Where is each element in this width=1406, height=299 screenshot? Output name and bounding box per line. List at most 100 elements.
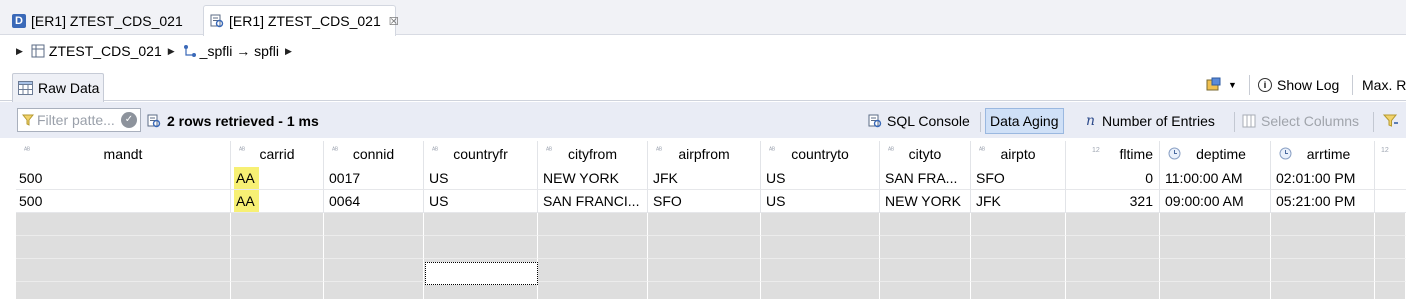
clock-type-icon (1168, 147, 1181, 160)
column-header[interactable]: ᴬᴮ countryfr (424, 141, 538, 167)
info-icon: i (1258, 78, 1272, 92)
empty-cell (324, 259, 424, 282)
table-cell[interactable]: 05:21:00 PM (1271, 190, 1375, 213)
table-cell[interactable]: 321 (1066, 190, 1160, 213)
number-of-entries-button[interactable]: n Number of Entries (1086, 108, 1215, 134)
breadcrumb-item-association[interactable]: _spfli → spfli (183, 43, 279, 59)
table-cell[interactable]: US (424, 190, 538, 213)
table-cell[interactable]: US (761, 190, 880, 213)
column-header[interactable]: arrtime (1271, 141, 1375, 167)
breadcrumb-expand-icon[interactable]: ▶ (16, 46, 23, 57)
column-header[interactable]: ᴬᴮ countryto (761, 141, 880, 167)
table-cell[interactable] (1375, 167, 1406, 190)
breadcrumb-more-icon[interactable]: ▶ (285, 46, 292, 57)
column-header[interactable]: ᴬᴮ cityfrom (538, 141, 648, 167)
text-type-icon: ᴬᴮ (769, 147, 776, 154)
max-rows-label: Max. R (1362, 77, 1406, 93)
table-cell[interactable] (1375, 190, 1406, 213)
empty-cell (1271, 236, 1375, 259)
empty-cell (16, 236, 231, 259)
table-cell[interactable]: SFO (971, 167, 1066, 190)
empty-cell (1066, 282, 1160, 299)
empty-cell (16, 282, 231, 299)
toolbar-divider (980, 112, 981, 132)
column-header[interactable]: 12 fltime (1066, 141, 1160, 167)
empty-cell (538, 213, 648, 236)
toolbar-divider (1373, 112, 1374, 132)
empty-cell (231, 236, 324, 259)
table-cell[interactable]: AA (231, 190, 324, 213)
table-cell[interactable]: JFK (648, 167, 761, 190)
sql-console-label: SQL Console (887, 113, 970, 129)
column-countryto: ᴬᴮ countryto US US (761, 139, 880, 299)
table-cell[interactable]: SAN FRANCI... (538, 190, 648, 213)
table-cell[interactable]: 0017 (324, 167, 424, 190)
empty-cell (324, 213, 424, 236)
tab-raw-data[interactable]: Raw Data (12, 73, 104, 102)
column-header-label: cityto (908, 146, 942, 162)
table-cell[interactable]: 500 (16, 190, 231, 213)
column-cityto: ᴬᴮ cityto SAN FRA... NEW YORK (880, 139, 971, 299)
table-cell[interactable]: US (761, 167, 880, 190)
focused-empty-cell[interactable] (425, 262, 538, 285)
column-header-label: cityfrom (568, 146, 617, 162)
table-cell[interactable]: JFK (971, 190, 1066, 213)
empty-cell (424, 213, 538, 236)
filter-options-button[interactable] (1383, 108, 1399, 134)
sql-console-button[interactable]: SQL Console (868, 108, 970, 134)
breadcrumb-entity-label: ZTEST_CDS_021 (48, 43, 162, 59)
table-cell[interactable]: 0 (1066, 167, 1160, 190)
column-header-label: deptime (1196, 146, 1246, 162)
table-cell[interactable]: NEW YORK (538, 167, 648, 190)
empty-cell (1160, 282, 1271, 299)
column-header[interactable]: ᴬᴮ airpfrom (648, 141, 761, 167)
column-airpto: ᴬᴮ airpto SFO JFK (971, 139, 1066, 299)
table-cell[interactable]: SFO (648, 190, 761, 213)
table-cell[interactable]: AA (231, 167, 324, 190)
empty-cell (880, 259, 971, 282)
close-tab-icon[interactable]: ☒ (389, 15, 399, 28)
empty-cell (1160, 213, 1271, 236)
empty-cell (16, 213, 231, 236)
column-header-label: fltime (1119, 146, 1153, 162)
breadcrumb-separator-icon[interactable]: ▶ (168, 46, 175, 57)
table-cell[interactable]: SAN FRA... (880, 167, 971, 190)
toolbar-divider (1234, 112, 1235, 132)
column-header[interactable]: ᴬᴮ cityto (880, 141, 971, 167)
column-header[interactable]: ᴬᴮ airpto (971, 141, 1066, 167)
select-columns-button[interactable]: Select Columns (1242, 108, 1359, 134)
breadcrumb-item-entity[interactable]: ZTEST_CDS_021 (31, 43, 162, 59)
column-header[interactable]: ᴬᴮ mandt (16, 141, 231, 167)
column-header-label: countryfr (453, 146, 508, 162)
filter-funnel-icon (1383, 114, 1399, 128)
toolbar-divider (1352, 75, 1353, 95)
column-header[interactable]: ᴬᴮ carrid (231, 141, 324, 167)
sql-console-icon (868, 114, 882, 128)
empty-cell (1066, 259, 1160, 282)
clear-filter-icon[interactable]: ✓ (121, 112, 137, 128)
show-log-button[interactable]: i Show Log (1258, 74, 1339, 96)
view-menu-icon (1206, 77, 1224, 93)
editor-tab-ddl[interactable]: D [ER1] ZTEST_CDS_021 (0, 5, 200, 36)
text-type-icon: ᴬᴮ (656, 147, 663, 154)
view-menu-button[interactable]: ▼ (1206, 74, 1237, 96)
filter-input[interactable]: Filter patte... ✓ (17, 108, 141, 132)
table-cell[interactable]: 11:00:00 AM (1160, 167, 1271, 190)
table-cell[interactable]: 0064 (324, 190, 424, 213)
empty-cell (1375, 259, 1406, 282)
table-cell[interactable]: NEW YORK (880, 190, 971, 213)
empty-cell (1271, 259, 1375, 282)
column-arrtime: arrtime 02:01:00 PM 05:21:00 PM (1271, 139, 1375, 299)
table-cell[interactable]: 500 (16, 167, 231, 190)
empty-cell (761, 236, 880, 259)
data-aging-button[interactable]: Data Aging (985, 108, 1064, 134)
toolbar-divider (1249, 75, 1250, 95)
max-rows-button[interactable]: Max. R (1362, 74, 1406, 96)
column-header[interactable]: ᴬᴮ connid (324, 141, 424, 167)
table-cell[interactable]: 09:00:00 AM (1160, 190, 1271, 213)
editor-tab-data-preview[interactable]: [ER1] ZTEST_CDS_021 ☒ (203, 5, 399, 36)
table-cell[interactable]: US (424, 167, 538, 190)
table-cell[interactable]: 02:01:00 PM (1271, 167, 1375, 190)
column-header[interactable]: 12 (1375, 141, 1406, 167)
column-header[interactable]: deptime (1160, 141, 1271, 167)
